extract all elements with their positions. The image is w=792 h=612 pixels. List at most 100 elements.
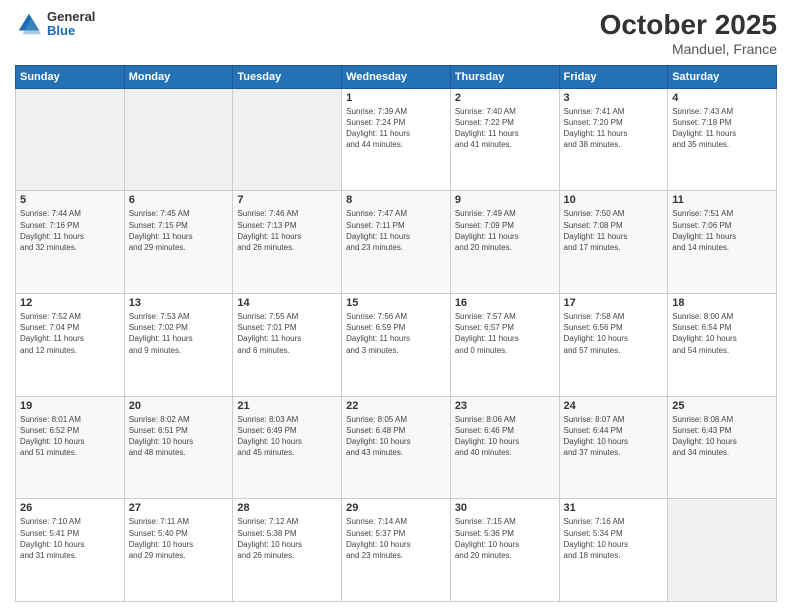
day-number: 14	[237, 297, 337, 309]
day-number: 12	[20, 297, 120, 309]
calendar-cell: 23Sunrise: 8:06 AM Sunset: 6:46 PM Dayli…	[450, 396, 559, 499]
calendar-cell: 25Sunrise: 8:08 AM Sunset: 6:43 PM Dayli…	[668, 396, 777, 499]
day-number: 17	[564, 297, 664, 309]
day-info: Sunrise: 7:57 AM Sunset: 6:57 PM Dayligh…	[455, 311, 555, 356]
day-info: Sunrise: 7:39 AM Sunset: 7:24 PM Dayligh…	[346, 106, 446, 151]
day-number: 15	[346, 297, 446, 309]
logo-general: General	[47, 10, 95, 24]
day-number: 3	[564, 92, 664, 104]
header: General Blue October 2025 Manduel, Franc…	[15, 10, 777, 57]
page: General Blue October 2025 Manduel, Franc…	[0, 0, 792, 612]
day-info: Sunrise: 7:56 AM Sunset: 6:59 PM Dayligh…	[346, 311, 446, 356]
calendar-day-header: Thursday	[450, 65, 559, 88]
day-number: 29	[346, 502, 446, 514]
day-number: 9	[455, 194, 555, 206]
day-info: Sunrise: 7:53 AM Sunset: 7:02 PM Dayligh…	[129, 311, 229, 356]
calendar-day-header: Monday	[124, 65, 233, 88]
day-number: 18	[672, 297, 772, 309]
calendar-day-header: Friday	[559, 65, 668, 88]
calendar-cell: 31Sunrise: 7:16 AM Sunset: 5:34 PM Dayli…	[559, 499, 668, 602]
day-info: Sunrise: 7:50 AM Sunset: 7:08 PM Dayligh…	[564, 208, 664, 253]
day-info: Sunrise: 7:52 AM Sunset: 7:04 PM Dayligh…	[20, 311, 120, 356]
calendar-cell	[668, 499, 777, 602]
day-info: Sunrise: 8:03 AM Sunset: 6:49 PM Dayligh…	[237, 414, 337, 459]
day-info: Sunrise: 8:00 AM Sunset: 6:54 PM Dayligh…	[672, 311, 772, 356]
calendar-cell: 8 Sunrise: 7:47 AM Sunset: 7:11 PM Daylig…	[342, 191, 451, 294]
calendar-cell: 9Sunrise: 7:49 AM Sunset: 7:09 PM Daylig…	[450, 191, 559, 294]
day-number: 22	[346, 400, 446, 412]
day-info: Sunrise: 7:11 AM Sunset: 5:40 PM Dayligh…	[129, 516, 229, 561]
logo-blue: Blue	[47, 24, 95, 38]
month-title: October 2025	[600, 10, 777, 41]
day-number: 16	[455, 297, 555, 309]
calendar-cell: 2Sunrise: 7:40 AM Sunset: 7:22 PM Daylig…	[450, 88, 559, 191]
logo-icon	[15, 10, 43, 38]
day-number: 27	[129, 502, 229, 514]
calendar-cell: 12 Sunrise: 7:52 AM Sunset: 7:04 PM Dayli…	[16, 294, 125, 397]
calendar-cell: 10 Sunrise: 7:50 AM Sunset: 7:08 PM Dayli…	[559, 191, 668, 294]
title-block: October 2025 Manduel, France	[600, 10, 777, 57]
calendar-week-row: 26Sunrise: 7:10 AM Sunset: 5:41 PM Dayli…	[16, 499, 777, 602]
calendar-cell: 18 Sunrise: 8:00 AM Sunset: 6:54 PM Dayli…	[668, 294, 777, 397]
calendar-cell: 3 Sunrise: 7:41 AM Sunset: 7:20 PM Daylig…	[559, 88, 668, 191]
day-info: Sunrise: 7:43 AM Sunset: 7:18 PM Dayligh…	[672, 106, 772, 151]
day-number: 19	[20, 400, 120, 412]
calendar-header-row: SundayMondayTuesdayWednesdayThursdayFrid…	[16, 65, 777, 88]
day-number: 7	[237, 194, 337, 206]
calendar-cell: 20Sunrise: 8:02 AM Sunset: 6:51 PM Dayli…	[124, 396, 233, 499]
calendar-day-header: Sunday	[16, 65, 125, 88]
day-info: Sunrise: 7:16 AM Sunset: 5:34 PM Dayligh…	[564, 516, 664, 561]
calendar-cell: 28 Sunrise: 7:12 AM Sunset: 5:38 PM Dayli…	[233, 499, 342, 602]
calendar-cell: 21 Sunrise: 8:03 AM Sunset: 6:49 PM Dayli…	[233, 396, 342, 499]
calendar-cell: 26Sunrise: 7:10 AM Sunset: 5:41 PM Dayli…	[16, 499, 125, 602]
calendar-day-header: Saturday	[668, 65, 777, 88]
day-number: 8	[346, 194, 446, 206]
day-info: Sunrise: 7:46 AM Sunset: 7:13 PM Dayligh…	[237, 208, 337, 253]
calendar-cell: 30 Sunrise: 7:15 AM Sunset: 5:36 PM Dayli…	[450, 499, 559, 602]
calendar-week-row: 12 Sunrise: 7:52 AM Sunset: 7:04 PM Dayli…	[16, 294, 777, 397]
day-number: 28	[237, 502, 337, 514]
day-info: Sunrise: 8:06 AM Sunset: 6:46 PM Dayligh…	[455, 414, 555, 459]
calendar-cell	[16, 88, 125, 191]
calendar-day-header: Wednesday	[342, 65, 451, 88]
calendar-cell: 15 Sunrise: 7:56 AM Sunset: 6:59 PM Dayli…	[342, 294, 451, 397]
calendar-cell: 17 Sunrise: 7:58 AM Sunset: 6:56 PM Dayli…	[559, 294, 668, 397]
calendar-week-row: 19 Sunrise: 8:01 AM Sunset: 6:52 PM Dayli…	[16, 396, 777, 499]
calendar-cell: 27 Sunrise: 7:11 AM Sunset: 5:40 PM Dayli…	[124, 499, 233, 602]
calendar-cell	[124, 88, 233, 191]
day-info: Sunrise: 7:58 AM Sunset: 6:56 PM Dayligh…	[564, 311, 664, 356]
calendar-cell: 6Sunrise: 7:45 AM Sunset: 7:15 PM Daylig…	[124, 191, 233, 294]
day-info: Sunrise: 8:07 AM Sunset: 6:44 PM Dayligh…	[564, 414, 664, 459]
calendar-cell: 16 Sunrise: 7:57 AM Sunset: 6:57 PM Dayli…	[450, 294, 559, 397]
calendar-day-header: Tuesday	[233, 65, 342, 88]
calendar-cell: 4Sunrise: 7:43 AM Sunset: 7:18 PM Daylig…	[668, 88, 777, 191]
day-info: Sunrise: 7:44 AM Sunset: 7:16 PM Dayligh…	[20, 208, 120, 253]
day-info: Sunrise: 8:01 AM Sunset: 6:52 PM Dayligh…	[20, 414, 120, 459]
calendar-cell: 7 Sunrise: 7:46 AM Sunset: 7:13 PM Daylig…	[233, 191, 342, 294]
day-info: Sunrise: 7:41 AM Sunset: 7:20 PM Dayligh…	[564, 106, 664, 151]
calendar-cell: 24 Sunrise: 8:07 AM Sunset: 6:44 PM Dayli…	[559, 396, 668, 499]
logo-text: General Blue	[47, 10, 95, 39]
calendar-cell	[233, 88, 342, 191]
calendar-cell: 22Sunrise: 8:05 AM Sunset: 6:48 PM Dayli…	[342, 396, 451, 499]
calendar-cell: 13 Sunrise: 7:53 AM Sunset: 7:02 PM Dayli…	[124, 294, 233, 397]
day-number: 11	[672, 194, 772, 206]
day-number: 21	[237, 400, 337, 412]
day-info: Sunrise: 7:45 AM Sunset: 7:15 PM Dayligh…	[129, 208, 229, 253]
day-number: 2	[455, 92, 555, 104]
day-number: 5	[20, 194, 120, 206]
day-number: 26	[20, 502, 120, 514]
day-number: 24	[564, 400, 664, 412]
day-info: Sunrise: 7:47 AM Sunset: 7:11 PM Dayligh…	[346, 208, 446, 253]
day-number: 10	[564, 194, 664, 206]
day-info: Sunrise: 7:12 AM Sunset: 5:38 PM Dayligh…	[237, 516, 337, 561]
calendar-cell: 29Sunrise: 7:14 AM Sunset: 5:37 PM Dayli…	[342, 499, 451, 602]
calendar-week-row: 5 Sunrise: 7:44 AM Sunset: 7:16 PM Daylig…	[16, 191, 777, 294]
logo: General Blue	[15, 10, 95, 39]
location: Manduel, France	[600, 41, 777, 57]
day-number: 20	[129, 400, 229, 412]
day-number: 30	[455, 502, 555, 514]
day-number: 13	[129, 297, 229, 309]
day-info: Sunrise: 7:15 AM Sunset: 5:36 PM Dayligh…	[455, 516, 555, 561]
day-info: Sunrise: 8:08 AM Sunset: 6:43 PM Dayligh…	[672, 414, 772, 459]
